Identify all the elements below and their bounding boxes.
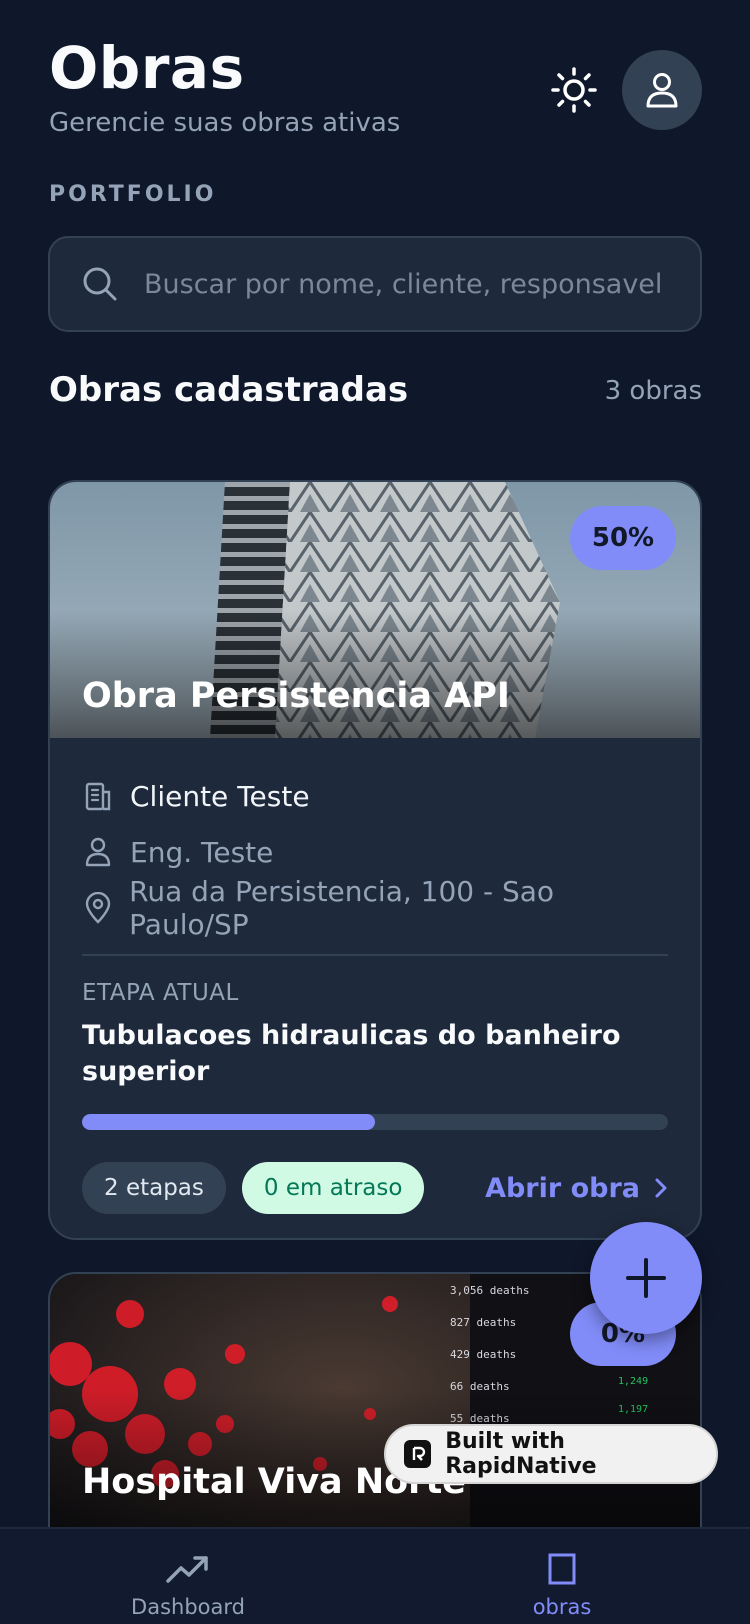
- add-obra-button[interactable]: [590, 1222, 702, 1334]
- tab-obras-label: obras: [532, 1595, 592, 1619]
- plus-icon: [626, 1258, 666, 1298]
- progress-fill: [82, 1114, 375, 1130]
- search-bar[interactable]: [48, 236, 702, 332]
- page-title: Obras: [49, 34, 245, 102]
- delay-chip: 0 em atraso: [241, 1162, 425, 1214]
- built-with-badge[interactable]: Built with RapidNative: [384, 1424, 718, 1484]
- progress-bar: [82, 1114, 668, 1130]
- page-header: Obras Gerencie suas obras ativas: [49, 34, 400, 138]
- section-label: PORTFOLIO: [49, 182, 217, 207]
- page-subtitle: Gerencie suas obras ativas: [49, 108, 401, 138]
- user-icon: [646, 73, 678, 108]
- address-row: Rua da Persistencia, 100 - Sao Paulo/SP: [82, 875, 668, 941]
- open-obra-label: Abrir obra: [485, 1172, 640, 1204]
- tab-obras[interactable]: obras: [462, 1529, 662, 1619]
- tab-dashboard-label: Dashboard: [131, 1595, 245, 1619]
- search-icon: [83, 267, 117, 301]
- profile-button[interactable]: [622, 50, 702, 130]
- obra-name: Obra Persistencia API: [82, 676, 510, 716]
- chevron-right-icon: [655, 1178, 667, 1198]
- divider: [82, 954, 668, 956]
- open-obra-link[interactable]: Abrir obra: [485, 1173, 668, 1204]
- map-pin-icon: [82, 892, 113, 924]
- obra-cover-image: 50% Obra Persistencia API: [50, 482, 700, 738]
- client-row: Cliente Teste: [82, 768, 668, 824]
- theme-toggle-button[interactable]: [550, 66, 598, 114]
- user-icon: [82, 836, 114, 868]
- sun-icon: [551, 67, 597, 113]
- rapidnative-logo-icon: [404, 1440, 432, 1468]
- client-name: Cliente Teste: [130, 779, 310, 813]
- stage-name: Tubulacoes hidraulicas do banheiro super…: [82, 1020, 621, 1087]
- building-icon: [82, 780, 114, 812]
- tab-dashboard[interactable]: Dashboard: [88, 1529, 288, 1619]
- steps-chip: 2 etapas: [82, 1162, 226, 1214]
- progress-badge: 50%: [570, 506, 676, 570]
- search-input[interactable]: [144, 268, 664, 300]
- address-text: Rua da Persistencia, 100 - Sao Paulo/SP: [129, 875, 555, 941]
- trending-up-icon: [166, 1556, 208, 1583]
- list-title: Obras cadastradas: [49, 370, 409, 410]
- stage-label: ETAPA ATUAL: [82, 980, 239, 1006]
- bottom-tab-bar: Dashboard obras: [0, 1527, 750, 1624]
- obra-card[interactable]: 50% Obra Persistencia API Cliente Teste: [48, 480, 702, 1240]
- engineer-row: Eng. Teste: [82, 824, 668, 880]
- list-count: 3 obras: [604, 376, 702, 406]
- built-with-label: Built with RapidNative: [445, 1429, 597, 1479]
- engineer-name: Eng. Teste: [130, 835, 274, 869]
- building-icon: [548, 1553, 576, 1585]
